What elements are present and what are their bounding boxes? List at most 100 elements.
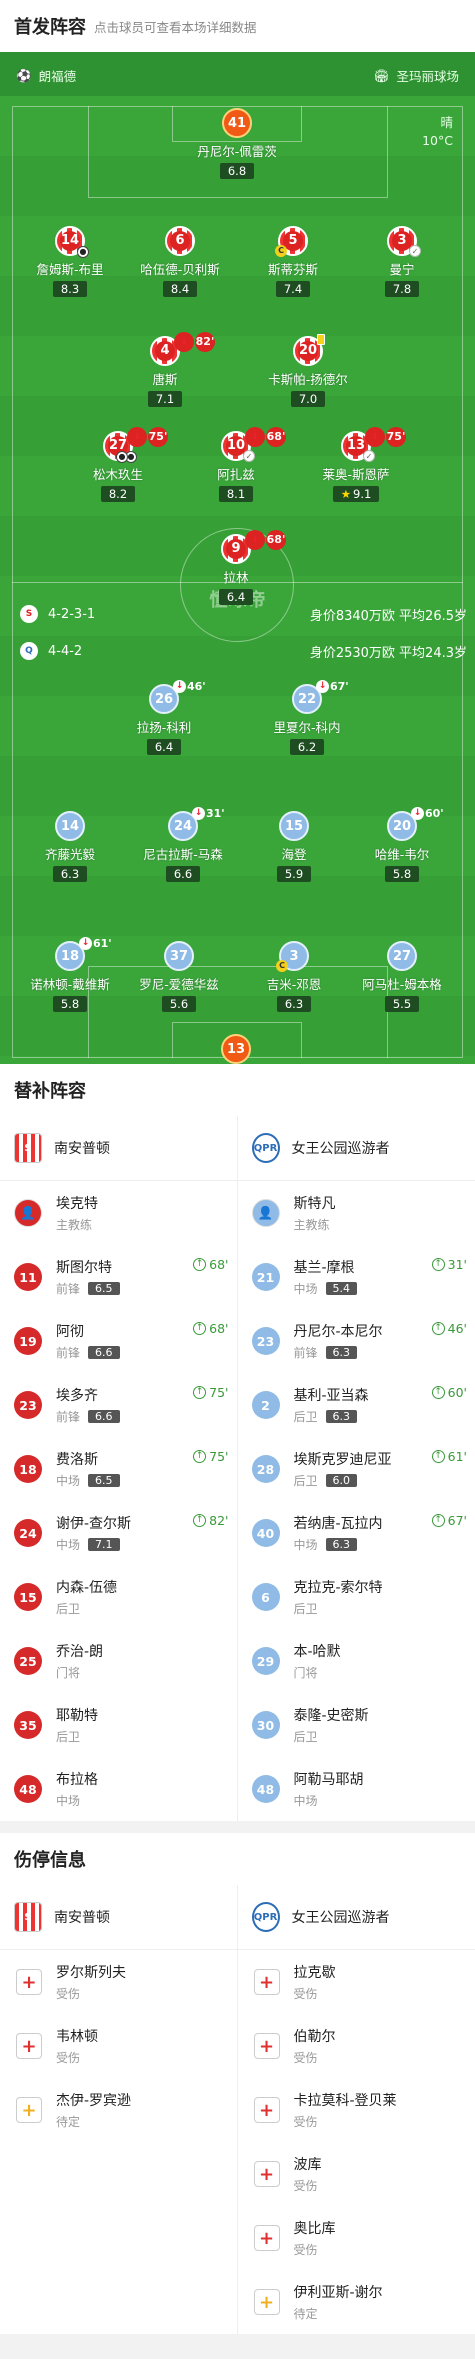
star-icon: ★: [340, 487, 351, 501]
home-value: 身价8340万欧 平均26.5岁: [309, 609, 467, 624]
away-player[interactable]: 27 阿马杜-姆本格 5.5: [347, 941, 457, 1012]
sub-player-row[interactable]: 28 埃斯克罗迪尼亚 后卫 6.0 ↑ 61': [238, 1437, 475, 1501]
away-player[interactable]: 24 ↓ 31' 尼古拉斯-马森 6.6: [128, 807, 238, 882]
sub-name: 斯图尔特: [56, 1260, 112, 1276]
sub-in-icon: ↑: [431, 1514, 445, 1527]
subs-away-team[interactable]: QPR 女王公园巡游者: [238, 1116, 475, 1180]
sub-player-row[interactable]: 29 本-哈默 门将: [238, 1629, 475, 1693]
home-player[interactable]: 20 卡斯帕-扬德尔 7.0: [253, 334, 363, 407]
home-player[interactable]: 5 C 斯蒂芬斯 7.4: [238, 226, 348, 297]
away-player[interactable]: 22 ↓ 67' 里夏尔-科内 6.2: [252, 680, 362, 755]
home-player[interactable]: 4 ↓ 82' 唐斯 7.1: [110, 332, 220, 407]
player-name: 里夏尔-科内: [273, 720, 341, 735]
sub-player-row[interactable]: 19 阿彻 前锋 6.6 ↑ 68': [0, 1309, 237, 1373]
sub-rating: 6.5: [88, 1282, 120, 1295]
sub-position: 中场: [56, 1474, 81, 1488]
doubtful-cross-icon: +: [253, 2289, 280, 2315]
home-player[interactable]: 10 ↓ 68' ✓ 阿扎兹 8.1: [181, 427, 291, 502]
sub-player-row[interactable]: 6 克拉克-索尔特 后卫: [238, 1565, 475, 1629]
injury-row[interactable]: + 奥比库 受伤: [238, 2206, 475, 2270]
home-player[interactable]: 9 ↓ 68' 拉林 6.4: [181, 530, 291, 605]
away-player[interactable]: 15 海登 5.9: [239, 811, 349, 882]
sub-player-row[interactable]: 24 谢伊-查尔斯 中场 7.1 ↑ 82': [0, 1501, 237, 1565]
coach-row[interactable]: 👤 斯特凡 主教练: [238, 1181, 475, 1245]
sub-player-row[interactable]: 23 丹尼尔-本尼尔 前锋 6.3 ↑ 46': [238, 1309, 475, 1373]
injuries-home-team[interactable]: S 南安普顿: [0, 1885, 238, 1949]
substitution-badge: ↓ 60': [411, 807, 444, 820]
home-player[interactable]: 6 哈伍德-贝利斯 8.4: [125, 226, 235, 297]
sub-in-time: ↑ 75': [193, 1449, 229, 1464]
away-player[interactable]: 18 ↓ 61' 诺林顿-戴维斯 5.8: [15, 937, 125, 1012]
subs-list: 👤 埃克特 主教练 11 斯图尔特 前锋 6.5 ↑ 68' 19 阿彻 前锋 6.6 ↑ 68' 23 埃多齐…: [0, 1181, 475, 1821]
home-coach[interactable]: ⚽ 朗福德: [16, 66, 76, 85]
sub-player-row[interactable]: 23 埃多齐 前锋 6.6 ↑ 75': [0, 1373, 237, 1437]
sub-player-row[interactable]: 15 内森-伍德 后卫: [0, 1565, 237, 1629]
sub-minute: 31': [206, 807, 225, 820]
sub-player-row[interactable]: 11 斯图尔特 前锋 6.5 ↑ 68': [0, 1245, 237, 1309]
temperature-text: 10°C: [422, 133, 453, 148]
subs-home-team[interactable]: S 南安普顿: [0, 1116, 238, 1180]
coach-row[interactable]: 👤 埃克特 主教练: [0, 1181, 237, 1245]
sub-info: 阿彻前锋 6.6: [56, 1321, 120, 1361]
away-player[interactable]: 37 罗尼-爱德华兹 5.6: [124, 941, 234, 1012]
home-player[interactable]: 13 ↓ 75' ✓ 莱奥-斯恩萨 ★ 9.1: [301, 427, 411, 502]
away-player[interactable]: 13沃尔什6.0: [181, 1034, 291, 1064]
captain-icon: C: [275, 245, 287, 257]
sub-player-row[interactable]: 48 阿勒马耶胡 中场: [238, 1757, 475, 1821]
assist-icon: ✓: [243, 450, 255, 462]
sub-player-row[interactable]: 25 乔治-朗 门将: [0, 1629, 237, 1693]
injury-row[interactable]: + 韦林顿 受伤: [0, 2014, 237, 2078]
player-rating: 5.6: [161, 996, 197, 1012]
sub-rating: 7.1: [88, 1538, 120, 1551]
sub-position: 后卫: [293, 1410, 318, 1424]
away-player[interactable]: 14 齐藤光毅 6.3: [15, 811, 125, 882]
player-avatar: 6: [165, 226, 195, 256]
injuries-away-team[interactable]: QPR 女王公园巡游者: [238, 1885, 475, 1949]
injury-row[interactable]: + 杰伊-罗宾逊 待定: [0, 2078, 237, 2142]
rating-value: 7.4: [283, 282, 303, 296]
sub-player-row[interactable]: 2 基利-亚当森 后卫 6.3 ↑ 60': [238, 1373, 475, 1437]
sub-player-row[interactable]: 18 费洛斯 中场 6.5 ↑ 75': [0, 1437, 237, 1501]
player-number: 18: [60, 948, 80, 964]
sub-player-row[interactable]: 40 若纳唐-瓦拉内 中场 6.3 ↑ 67': [238, 1501, 475, 1565]
subs-away-column: 👤 斯特凡 主教练 21 基兰-摩根 中场 5.4 ↑ 31' 23 丹尼尔-本尼尔 前锋 6.3 ↑ 46…: [238, 1181, 475, 1821]
injured-player-name: 伯勒尔: [293, 2029, 336, 2045]
subs-home-team-name: 南安普顿: [54, 1141, 110, 1157]
injury-row[interactable]: + 罗尔斯列夫 受伤: [0, 1950, 237, 2014]
home-formation-row: S 4-2-3-1: [20, 605, 95, 623]
player-rating: ★ 9.1: [332, 486, 380, 502]
away-player[interactable]: 20 ↓ 60' 哈维-韦尔 5.8: [347, 807, 457, 882]
assist-icon: ✓: [363, 450, 375, 462]
player-rating: 5.8: [52, 996, 88, 1012]
player-rating: 6.4: [146, 739, 182, 755]
injury-row[interactable]: + 伯勒尔 受伤: [238, 2014, 475, 2078]
sub-position: 后卫: [293, 1602, 318, 1616]
sub-rating: 6.6: [88, 1346, 120, 1359]
injury-row[interactable]: + 波库 受伤: [238, 2142, 475, 2206]
home-player[interactable]: 14 ● 詹姆斯-布里 8.3: [15, 226, 125, 297]
sub-player-row[interactable]: 21 基兰-摩根 中场 5.4 ↑ 31': [238, 1245, 475, 1309]
sub-position: 前锋: [56, 1346, 81, 1360]
sub-minute: 67': [330, 680, 349, 693]
away-player[interactable]: 26 ↓ 46' 拉扬-科利 6.4: [109, 680, 219, 755]
home-player[interactable]: 27 ↓ 75' ● ● 松木玖生 8.2: [63, 427, 173, 502]
sub-number: 23: [14, 1391, 42, 1419]
sub-in-icon: ↑: [431, 1322, 445, 1335]
player-rating: 5.9: [276, 866, 312, 882]
home-player[interactable]: 3 ✓ 曼宁 7.8: [347, 226, 457, 297]
sub-rating: 6.5: [88, 1474, 120, 1487]
player-rating: 8.4: [162, 281, 198, 297]
sub-player-row[interactable]: 30 泰隆-史密斯 后卫: [238, 1693, 475, 1757]
injury-row[interactable]: + 卡拉莫科-登贝莱 受伤: [238, 2078, 475, 2142]
injury-row[interactable]: + 拉克歇 受伤: [238, 1950, 475, 2014]
home-player[interactable]: 41 丹尼尔-佩雷茨 6.8: [182, 108, 292, 179]
sub-out-icon: ↓: [174, 332, 194, 352]
sub-name: 阿彻: [56, 1324, 84, 1340]
sub-player-row[interactable]: 48 布拉格 中场: [0, 1757, 237, 1821]
away-player[interactable]: 3 C 吉米-邓恩 6.3: [239, 941, 349, 1012]
injury-row[interactable]: + 伊利亚斯-谢尔 待定: [238, 2270, 475, 2334]
sub-player-row[interactable]: 35 耶勒特 后卫: [0, 1693, 237, 1757]
injured-player-name: 韦林顿: [56, 2029, 98, 2045]
sub-meta: 中场 6.3: [294, 1536, 383, 1553]
sub-position: 前锋: [56, 1410, 81, 1424]
